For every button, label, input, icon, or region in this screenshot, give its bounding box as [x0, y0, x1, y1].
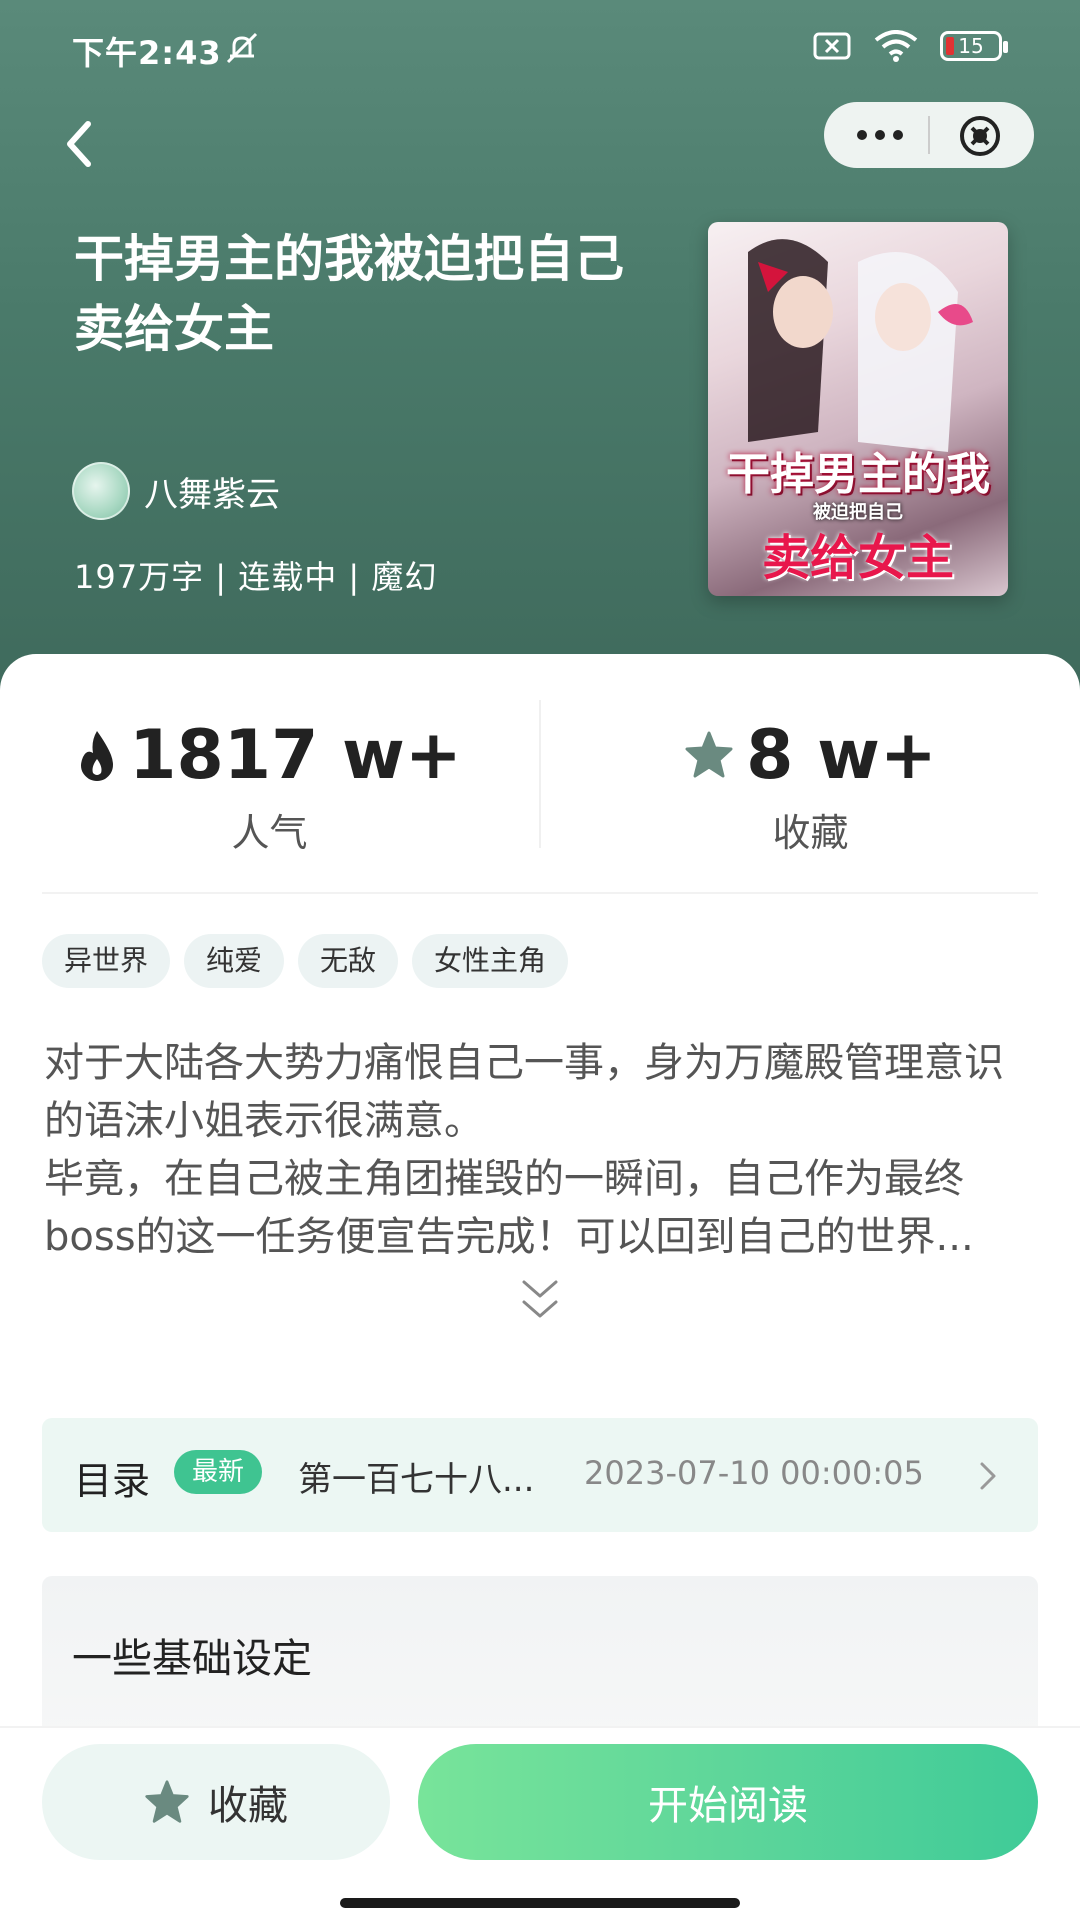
home-indicator[interactable] [340, 1898, 740, 1908]
tag-list: 异世界 纯爱 无敌 女性主角 [42, 934, 569, 988]
intro-paragraph-2: 毕竟，在自己被主角团摧毁的一瞬间，自己作为最终 boss的这一任务便宣告完成！可… [44, 1150, 1040, 1266]
wifi-icon [874, 30, 918, 62]
status-icons: 15 [812, 30, 1008, 62]
star-icon [145, 1780, 189, 1823]
tag-item[interactable]: 女性主角 [412, 934, 569, 988]
capsule-divider [928, 116, 930, 154]
battery-icon: 15 [940, 31, 1008, 61]
tag-item[interactable]: 异世界 [42, 934, 171, 988]
cover-title-line1: 干掉男主的我 [726, 449, 990, 500]
book-title: 干掉男主的我被迫把自己卖给女主 [74, 230, 624, 358]
tag-item[interactable]: 无敌 [298, 934, 399, 988]
author-avatar [72, 462, 130, 520]
battery-level: 15 [958, 34, 984, 58]
tag-item[interactable]: 纯爱 [184, 934, 285, 988]
cover-title-line3: 卖给女主 [761, 530, 954, 586]
favorite-label: 收藏 [208, 1783, 288, 1829]
latest-update-time: 2023-07-10 00:00:05 [584, 1454, 924, 1492]
sim-off-icon [813, 32, 851, 60]
back-icon[interactable] [56, 118, 104, 170]
favorites-value: 8 w+ [746, 715, 937, 795]
start-reading-label: 开始阅读 [648, 1783, 808, 1829]
double-chevron-down-icon[interactable] [518, 1276, 562, 1324]
intro-line-2: boss的这一任务便宣告完成！可以回到自己的世界... [44, 1214, 974, 1260]
book-intro[interactable]: 对于大陆各大势力痛恨自己一事，身为万魔殿管理意识的语沫小姐表示很满意。 毕竟，在… [44, 1034, 1040, 1266]
popularity-stat: 1817 w+ 人气 [0, 712, 539, 857]
mute-icon [226, 32, 258, 64]
settings-title: 一些基础设定 [72, 1636, 312, 1682]
bottom-action-bar: 收藏 开始阅读 [0, 1726, 1080, 1922]
start-reading-button[interactable]: 开始阅读 [418, 1744, 1038, 1860]
section-divider [42, 892, 1038, 894]
popularity-value: 1817 w+ [129, 715, 462, 795]
book-meta: 197万字 | 连载中 | 魔幻 [74, 558, 438, 596]
favorites-label: 收藏 [772, 811, 849, 855]
popularity-label: 人气 [231, 811, 308, 855]
close-circle-icon[interactable] [958, 114, 1002, 158]
author-name: 八舞紫云 [144, 474, 280, 515]
favorite-button[interactable]: 收藏 [42, 1744, 390, 1860]
status-bar: 下午2:43 15 [0, 0, 1080, 96]
star-icon [685, 731, 733, 778]
latest-badge: 最新 [174, 1450, 263, 1494]
more-dots-icon[interactable] [854, 122, 906, 148]
favorites-stat: 8 w+ 收藏 [541, 712, 1080, 857]
intro-paragraph-1: 对于大陆各大势力痛恨自己一事，身为万魔殿管理意识的语沫小姐表示很满意。 [44, 1040, 1004, 1144]
latest-chapter: 第一百七十八... [298, 1460, 535, 1500]
mini-program-capsule [824, 102, 1034, 168]
book-header: 下午2:43 15 干掉男主的我被迫把自己卖给女主 八舞紫云 197万字 | 连… [0, 0, 1080, 700]
chevron-right-icon [980, 1462, 996, 1490]
table-of-contents-row[interactable]: 目录 最新 第一百七十八... 2023-07-10 00:00:05 [42, 1418, 1038, 1532]
author-row[interactable]: 八舞紫云 [72, 462, 280, 520]
intro-line-1: 毕竟，在自己被主角团摧毁的一瞬间，自己作为最终 [44, 1156, 964, 1202]
book-cover: 干掉男主的我 被迫把自己 卖给女主 [708, 222, 1008, 596]
toc-title: 目录 [74, 1459, 151, 1503]
fire-icon [81, 731, 114, 781]
status-time: 下午2:43 [72, 34, 222, 72]
